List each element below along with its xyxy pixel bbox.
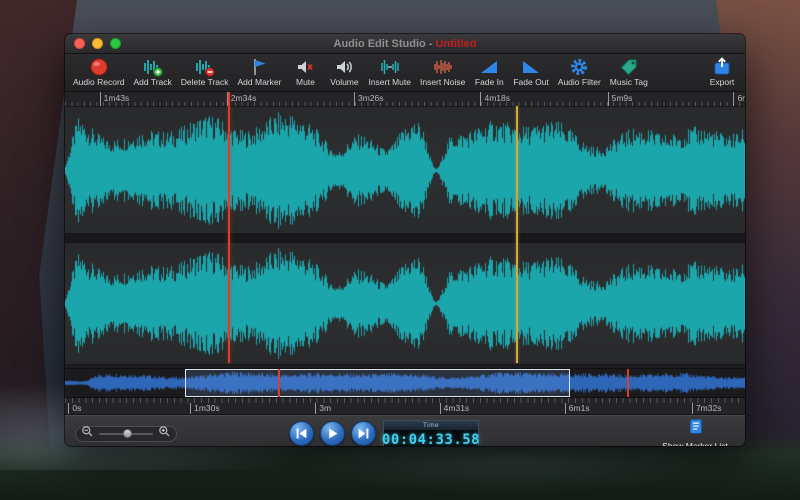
add-track-icon xyxy=(143,58,163,76)
zoom-control xyxy=(75,426,177,442)
app-window: Audio Edit Studio - Untitled Audio Recor… xyxy=(65,34,745,446)
ruler-label: 3m xyxy=(315,403,331,414)
add-track-button[interactable]: Add Track xyxy=(134,56,172,90)
time-display: Time 00:04:33.58 xyxy=(383,420,479,446)
fade-out-icon xyxy=(521,58,541,76)
fade-out-button[interactable]: Fade Out xyxy=(513,56,548,90)
track-divider xyxy=(65,233,745,242)
ruler-label: 6m1s xyxy=(565,403,590,414)
time-display-value: 00:04:33.58 xyxy=(384,430,478,446)
add-marker-button[interactable]: Add Marker xyxy=(238,56,282,90)
previous-button[interactable] xyxy=(289,421,314,446)
play-button[interactable] xyxy=(320,421,345,446)
ruler-label: 4m31s xyxy=(440,403,470,414)
ruler-label: 0s xyxy=(68,403,81,414)
record-icon xyxy=(89,58,109,76)
ruler-label: 5m9s xyxy=(608,92,633,106)
volume-button[interactable]: Volume xyxy=(329,56,359,90)
volume-icon xyxy=(334,58,354,76)
ruler-label: 6m1s xyxy=(733,92,745,106)
add-marker-icon xyxy=(249,58,269,76)
zoom-in-icon[interactable] xyxy=(158,425,171,443)
ruler-label: 4m18s xyxy=(480,92,510,106)
mute-button[interactable]: Mute xyxy=(290,56,320,90)
insert-mute-button[interactable]: Insert Mute xyxy=(368,56,411,90)
zoom-slider[interactable] xyxy=(99,433,153,435)
control-bar: Time 00:04:33.58 Show Marker List xyxy=(65,415,745,446)
playhead-cursor[interactable] xyxy=(228,92,230,363)
export-button[interactable]: Export xyxy=(707,56,737,90)
insert-noise-icon xyxy=(433,58,453,76)
overview-marker-red[interactable] xyxy=(627,369,629,397)
export-icon xyxy=(712,58,732,76)
audio-filter-button[interactable]: Audio Filter xyxy=(558,56,601,90)
delete-track-icon xyxy=(195,58,215,76)
toolbar: Audio Record Add Track Delete Track Add … xyxy=(65,54,745,92)
music-tag-icon xyxy=(619,58,639,76)
next-button[interactable] xyxy=(351,421,376,446)
time-display-label: Time xyxy=(384,421,478,430)
ruler-label: 2m34s xyxy=(227,92,257,106)
audio-record-button[interactable]: Audio Record xyxy=(73,56,125,90)
music-tag-button[interactable]: Music Tag xyxy=(610,56,648,90)
titlebar[interactable]: Audio Edit Studio - Untitled xyxy=(65,34,745,54)
edit-area: 1m43s 2m34s 3m26s 4m18s 5m9s 6m1s xyxy=(65,92,745,363)
insert-mute-icon xyxy=(380,58,400,76)
marker-line[interactable] xyxy=(516,106,518,363)
overview-marker-red[interactable] xyxy=(278,369,280,397)
ruler-label: 3m26s xyxy=(354,92,384,106)
zoom-slider-thumb[interactable] xyxy=(123,429,132,438)
fade-in-button[interactable]: Fade In xyxy=(474,56,504,90)
document-title: Untitled xyxy=(436,38,477,50)
ruler-label: 7m32s xyxy=(692,403,722,414)
waveform-track-2[interactable] xyxy=(65,242,745,365)
window-title: Audio Edit Studio - Untitled xyxy=(65,38,745,50)
ruler-label: 1m30s xyxy=(190,403,220,414)
zoom-out-icon[interactable] xyxy=(81,425,94,443)
ruler-label: 1m43s xyxy=(100,92,130,106)
ruler-ticks xyxy=(65,398,745,403)
app-title: Audio Edit Studio - xyxy=(334,38,436,50)
overview-ruler[interactable]: 0s 1m30s 3m 4m31s 6m1s 7m32s xyxy=(65,398,745,415)
overview-strip[interactable] xyxy=(65,368,745,398)
transport-controls xyxy=(289,421,376,446)
overview-selection[interactable] xyxy=(185,369,571,397)
marker-list-icon xyxy=(687,418,704,440)
fade-in-icon xyxy=(479,58,499,76)
waveform-track-1[interactable] xyxy=(65,106,745,235)
mute-icon xyxy=(295,58,315,76)
show-marker-list-button[interactable]: Show Marker List xyxy=(649,417,741,446)
audio-filter-icon xyxy=(569,58,589,76)
delete-track-button[interactable]: Delete Track xyxy=(181,56,229,90)
timeline-ruler[interactable]: 1m43s 2m34s 3m26s 4m18s 5m9s 6m1s xyxy=(65,92,745,107)
insert-noise-button[interactable]: Insert Noise xyxy=(420,56,465,90)
